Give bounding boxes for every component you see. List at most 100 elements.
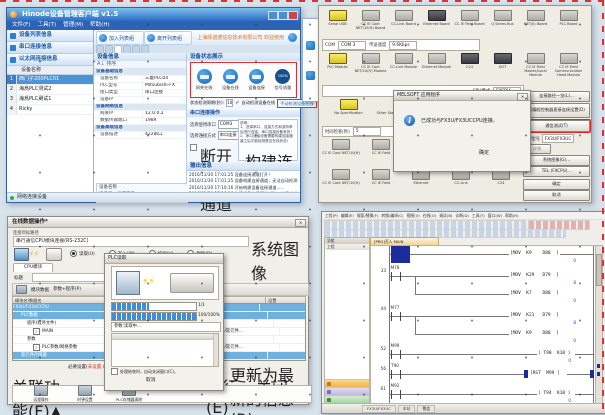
param-program-button[interactable]: 参数+程序(P) — [53, 286, 103, 294]
plc-interface-item[interactable]: CC IE Field Master/Local Module — [519, 53, 552, 77]
row-checkbox[interactable]: ✓ — [33, 344, 40, 351]
online-dialog-titlebar[interactable]: 在线数据操作* ✕ — [8, 217, 308, 228]
property-row[interactable]: 设备IP — [94, 97, 186, 104]
detect-interval-input[interactable]: 10 — [226, 99, 233, 107]
ok-button[interactable]: 确定 — [523, 179, 590, 190]
sidebar-section-serial[interactable]: 串口连接信息 — [7, 42, 93, 54]
menu-item[interactable]: 调试(B) — [439, 212, 452, 219]
auto-detect-checkbox[interactable]: ✔ — [235, 100, 239, 106]
user-icon[interactable] — [288, 33, 297, 42]
melsoft-popup-titlebar[interactable]: MELSOFT 应用程序 ✕ — [394, 91, 530, 101]
listbox-scrollbar[interactable] — [213, 334, 218, 366]
plc-read-titlebar[interactable]: PLC读取 — [105, 254, 223, 264]
menu-item[interactable]: 帮助(H) — [90, 21, 109, 30]
property-row[interactable]: 网关IP 12.0.0.2 — [94, 111, 186, 118]
sidebar-section-device-list[interactable]: 设备列表信息 — [7, 30, 93, 42]
property-row[interactable]: 设备名称 三菱PLC04 — [94, 76, 186, 83]
row-checkbox[interactable]: ✓ — [27, 360, 34, 361]
related-tool[interactable]: 时钟设置 — [63, 385, 107, 403]
plc-interface-item[interactable]: Ethernet Module — [420, 53, 453, 77]
join-list-button[interactable]: 加入列表组 — [96, 31, 144, 45]
plc-interface-item[interactable]: GOT — [486, 53, 519, 77]
property-row[interactable]: 设备基础信息 — [94, 69, 186, 76]
device-list-row[interactable]: 4 Ricky — [7, 105, 93, 115]
navigation-bar[interactable] — [325, 395, 369, 403]
progress-listbox[interactable] — [111, 333, 219, 367]
other-station-item[interactable]: No Specification — [321, 99, 376, 119]
menu-item[interactable]: 在线(O) — [423, 212, 437, 219]
menu-item[interactable]: 管理(M) — [63, 21, 83, 30]
refresh-button[interactable]: 更新为最新的信息(R) — [230, 362, 304, 371]
menu-item[interactable]: 编辑(E) — [341, 212, 354, 219]
output-log-list[interactable]: 2016/11/30 17:01:25 设备连接通道打开！2016/11/30 … — [187, 170, 300, 193]
popup-close-icon[interactable]: ✕ — [517, 93, 528, 101]
menu-item[interactable]: 窗口(W) — [488, 212, 502, 219]
menu-item[interactable]: 帮助(H) — [505, 212, 518, 219]
hinode-titlebar[interactable]: Hinode设备管理客户端 v1.5 — [7, 8, 300, 21]
system-image-button[interactable]: 系统图像(G)... — [523, 155, 590, 166]
plc-interface-item[interactable]: CC IE Cont NET/10(H) Module — [354, 53, 387, 77]
device-list-row[interactable]: 2 海爲PLC测试2 — [7, 85, 93, 95]
minimize-button[interactable] — [268, 11, 278, 20]
menu-item[interactable]: 工具(T) — [472, 212, 485, 219]
operation-radio[interactable]: 读取(U) — [70, 250, 95, 257]
device-tab[interactable] — [141, 45, 149, 53]
navigation-bar[interactable] — [325, 387, 369, 395]
baud-rate-value[interactable]: 9.6Kbps — [389, 41, 417, 50]
menu-item[interactable]: 工具(T) — [37, 21, 56, 30]
row-checkbox[interactable]: ✓ — [33, 328, 40, 335]
pc-interface-item[interactable]: PLC Board — [552, 10, 585, 30]
progress-cancel-button[interactable]: 取消 — [146, 376, 182, 386]
serial-option-checkbox[interactable] — [190, 144, 197, 151]
related-functions-button[interactable]: 关联功能(F)▲ — [12, 374, 64, 383]
device-tab[interactable] — [96, 45, 104, 53]
contact-T90[interactable] — [391, 370, 401, 379]
property-row[interactable]: 数据传输端口 1989 — [94, 118, 186, 125]
property-row[interactable]: 设备描述 422串口 — [94, 132, 186, 139]
edit-cursor[interactable] — [391, 245, 410, 263]
menu-item[interactable]: 诊断(D) — [455, 212, 468, 219]
auto-close-checkbox-row[interactable]: 处理结束时，自动关闭窗口(C)。 — [111, 368, 178, 375]
com-port-value[interactable]: COM 3 — [338, 41, 366, 50]
communication-test-button[interactable]: 通信测试(T) — [523, 120, 590, 132]
property-row[interactable]: PLC型号 Mitsubishi-FX — [94, 83, 186, 90]
pc-interface-item[interactable]: CC IE Field Board — [453, 10, 486, 30]
plc-interface-item[interactable]: CC-Link Module — [387, 53, 420, 77]
device-tab[interactable] — [132, 45, 140, 53]
direct-connection-button[interactable]: 可编程控制器直接连接设置(D) — [523, 103, 590, 118]
connection-list-button[interactable]: 连接路径一览(L)... — [523, 91, 590, 102]
leave-list-button[interactable]: 离开列表组 — [144, 31, 192, 45]
pc-interface-item[interactable]: NET(II) Board — [519, 10, 552, 30]
device-tab[interactable] — [105, 45, 113, 53]
ladder-canvas[interactable]: 33 44 52 56 61 [MOV K9 D80 ] 0 M78 [MOV … — [370, 245, 596, 404]
maximize-button[interactable] — [278, 11, 288, 20]
contact-M99[interactable] — [391, 350, 401, 359]
pc-interface-item[interactable]: CC-Link Board — [387, 10, 420, 30]
plc-interface-item[interactable]: C24 — [453, 53, 486, 77]
pc-interface-item[interactable]: Q Series Bus — [486, 10, 519, 30]
menu-item[interactable]: 搜索/替换(F) — [357, 212, 379, 219]
time-check-value[interactable]: 5 — [353, 127, 381, 136]
property-sort-bar[interactable]: A↓ 排序 — [94, 61, 186, 69]
close-button[interactable]: 关闭 — [256, 374, 302, 383]
menu-item[interactable]: 文件(F) — [12, 21, 30, 30]
pc-interface-item[interactable]: Serial USB — [321, 10, 354, 30]
cancel-button[interactable]: 取消 — [523, 190, 590, 201]
build-channel-button[interactable]: 构建连接通道 — [245, 149, 297, 158]
related-tool[interactable]: 远程操作 — [19, 385, 63, 403]
device-tab[interactable] — [123, 45, 131, 53]
tel-button[interactable]: TEL (FXCPU)... — [523, 166, 590, 177]
contact-M78[interactable] — [391, 272, 401, 281]
device-list-row[interactable]: 3 海爲PLC测试1 — [7, 95, 93, 105]
navigation-bar[interactable] — [325, 379, 369, 387]
sidebar-section-ethernet[interactable]: 以太网连接信息 — [7, 54, 93, 66]
device-tab[interactable] — [114, 45, 122, 53]
property-row[interactable]: 接口类型 串口连接 — [94, 90, 186, 97]
device-list-row[interactable]: 1 西门子200PLC01 — [7, 75, 93, 85]
menu-item[interactable]: 工程(P) — [325, 212, 338, 219]
module-tab[interactable]: CPU模块 — [13, 263, 53, 272]
property-row[interactable]: 设备高级信息 — [94, 125, 186, 132]
close-button[interactable] — [288, 11, 298, 20]
pc-interface-item[interactable]: CC IE Cont NET/10(H) Board — [354, 10, 387, 30]
popup-ok-button[interactable]: 确定 — [479, 149, 515, 160]
